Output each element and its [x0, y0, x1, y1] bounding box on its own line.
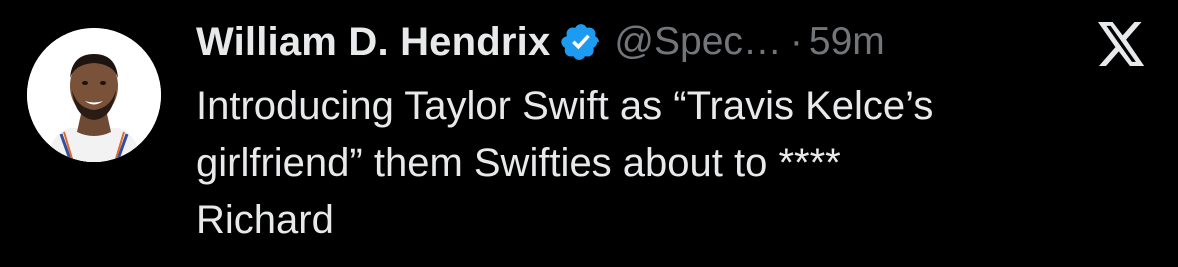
- tweet-text-line: Introducing Taylor Swift as “Travis Kelc…: [196, 84, 934, 128]
- tweet-text: Introducing Taylor Swift as “Travis Kelc…: [196, 78, 1156, 249]
- tweet-text-line: girlfriend” them Swifties about to ****: [196, 141, 841, 185]
- avatar[interactable]: [27, 28, 161, 162]
- display-name[interactable]: William D. Hendrix: [196, 20, 550, 65]
- avatar-photo: [27, 28, 161, 162]
- tweet-text-line: Richard: [196, 198, 334, 242]
- timestamp[interactable]: 59m: [809, 20, 885, 64]
- handle[interactable]: @Spec…: [614, 20, 781, 64]
- separator-dot: ·: [789, 20, 803, 63]
- x-logo-icon[interactable]: [1097, 22, 1147, 66]
- tweet-card[interactable]: William D. Hendrix @Spec… · 59m Introduc…: [0, 0, 1178, 267]
- tweet-header: William D. Hendrix @Spec… · 59m: [196, 14, 885, 70]
- verified-badge-icon: [560, 21, 602, 63]
